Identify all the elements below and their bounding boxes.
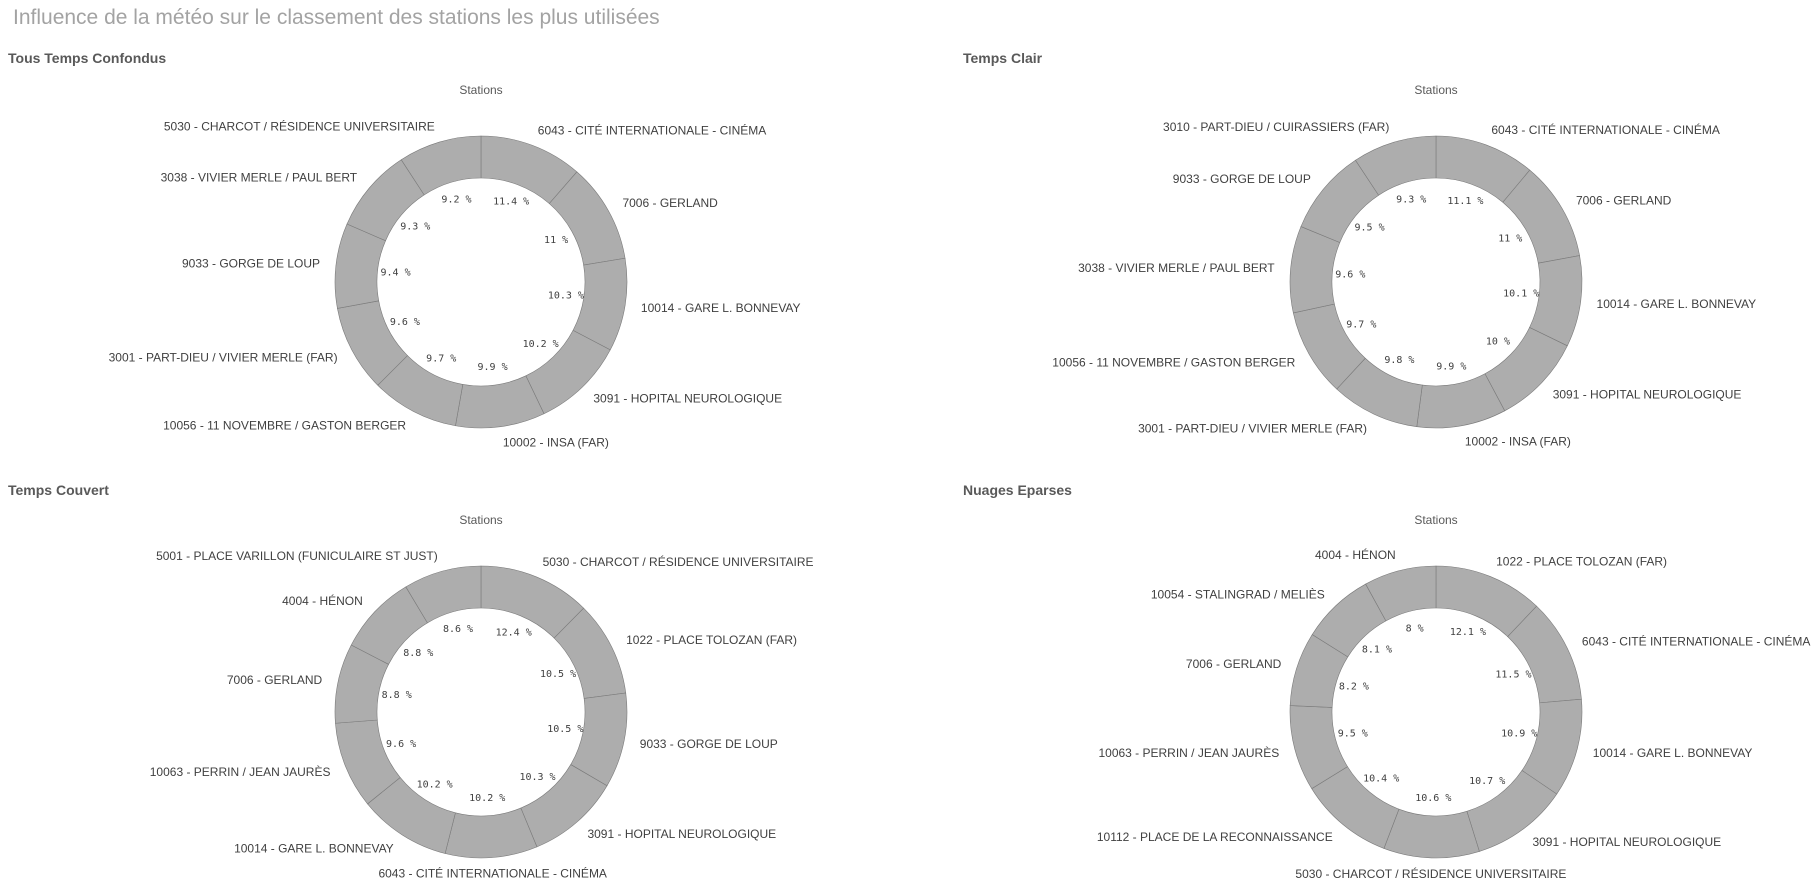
slice-category-label: 10014 - GARE L. BONNEVAY [641, 301, 801, 315]
slice-category-label: 10063 - PERRIN / JEAN JAURÈS [150, 764, 331, 779]
slice-value-label: 9.9 % [478, 362, 508, 373]
slice-value-label: 10.1 % [1503, 289, 1539, 300]
slice-category-label: 3091 - HOPITAL NEUROLOGIQUE [587, 827, 776, 841]
slice-category-label: 3091 - HOPITAL NEUROLOGIQUE [1532, 835, 1721, 849]
slice-value-label: 9.6 % [386, 739, 416, 750]
slice-category-label: 6043 - CITÉ INTERNATIONALE - CINÉMA [378, 866, 607, 881]
slice-value-label: 8.8 % [403, 648, 433, 659]
slice-value-label: 9.3 % [1396, 195, 1426, 206]
donut-slice[interactable] [1383, 808, 1480, 859]
slice-value-label: 10.6 % [1415, 793, 1451, 804]
slice-category-label: 10063 - PERRIN / JEAN JAURÈS [1098, 745, 1279, 760]
slice-category-label: 7006 - GERLAND [1186, 657, 1282, 671]
dimension-label: Stations [1414, 83, 1457, 97]
slice-category-label: 10054 - STALINGRAD / MELIÈS [1151, 586, 1325, 601]
slice-value-label: 10.9 % [1501, 729, 1537, 740]
slice-value-label: 11.5 % [1495, 670, 1531, 681]
slice-value-label: 10.3 % [519, 772, 555, 783]
slice-value-label: 8 % [1406, 624, 1424, 635]
slice-value-label: 10.2 % [523, 339, 559, 350]
slice-value-label: 10.2 % [469, 793, 505, 804]
slice-category-label: 7006 - GERLAND [1576, 193, 1672, 207]
donut-chart-2[interactable]: Stations 11.1 % 6043 - CITÉ INTERNATIONALE… [955, 0, 1813, 448]
slice-category-label: 10014 - GARE L. BONNEVAY [1593, 746, 1753, 760]
slice-value-label: 10.5 % [540, 669, 576, 680]
slice-value-label: 9.6 % [390, 317, 420, 328]
donut-chart-1[interactable]: Stations 11.4 % 6043 - CITÉ INTERNATIONALE… [0, 0, 906, 450]
slice-value-label: 10.3 % [548, 291, 584, 302]
dimension-label: Stations [459, 83, 502, 97]
dimension-label: Stations [1414, 513, 1457, 527]
slice-category-label: 5030 - CHARCOT / RÉSIDENCE UNIVERSITAIRE [164, 119, 435, 134]
slice-value-label: 10.5 % [547, 724, 583, 735]
slice-value-label: 8.6 % [443, 624, 473, 635]
slice-value-label: 9.3 % [400, 222, 430, 233]
slice-value-label: 8.8 % [382, 690, 412, 701]
slice-category-label: 5001 - PLACE VARILLON (FUNICULAIRE ST JU… [156, 549, 438, 563]
dimension-label: Stations [459, 513, 502, 527]
slice-category-label: 6043 - CITÉ INTERNATIONALE - CINÉMA [538, 122, 767, 137]
slice-category-label: 3091 - HOPITAL NEUROLOGIQUE [593, 392, 782, 406]
slice-category-label: 3038 - VIVIER MERLE / PAUL BERT [1078, 261, 1275, 275]
slice-value-label: 11.1 % [1447, 196, 1483, 207]
slice-category-label: 3038 - VIVIER MERLE / PAUL BERT [161, 171, 358, 185]
slice-category-label: 10056 - 11 NOVEMBRE / GASTON BERGER [1052, 355, 1295, 369]
chart-panel-2: Temps Clair Stations 11.1 % 6043 - CITÉ IN… [955, 0, 1813, 448]
slice-category-label: 7006 - GERLAND [622, 196, 718, 210]
slice-value-label: 9.4 % [380, 267, 410, 278]
slice-value-label: 9.5 % [1355, 222, 1385, 233]
slice-category-label: 10112 - PLACE DE LA RECONNAISSANCE [1097, 830, 1333, 844]
slice-category-label: 3010 - PART-DIEU / CUIRASSIERS (FAR) [1163, 120, 1389, 134]
slice-value-label: 12.1 % [1450, 627, 1486, 638]
slice-value-label: 9.7 % [1346, 320, 1376, 331]
slice-value-label: 10.4 % [1363, 773, 1399, 784]
slice-category-label: 6043 - CITÉ INTERNATIONALE - CINÉMA [1491, 122, 1720, 137]
slice-value-label: 8.2 % [1339, 681, 1369, 692]
slice-category-label: 10014 - GARE L. BONNEVAY [1597, 297, 1757, 311]
slice-category-label: 3091 - HOPITAL NEUROLOGIQUE [1553, 387, 1742, 401]
slice-value-label: 11 % [544, 235, 568, 246]
slice-value-label: 10 % [1486, 337, 1510, 348]
chart-panel-3: Temps Couvert Stations 12.4 % 5030 - CHARC… [0, 430, 906, 881]
slice-category-label: 1022 - PLACE TOLOZAN (FAR) [626, 633, 797, 647]
slice-value-label: 9.8 % [1384, 355, 1414, 366]
slice-category-label: 3001 - PART-DIEU / VIVIER MERLE (FAR) [109, 350, 338, 364]
slice-value-label: 10.7 % [1469, 776, 1505, 787]
donut-chart-3[interactable]: Stations 12.4 % 5030 - CHARCOT / RÉSIDENCE… [0, 430, 906, 889]
donut-chart-4[interactable]: Stations 12.1 % 1022 - PLACE TOLOZAN (FAR)… [955, 430, 1813, 889]
slice-value-label: 10.2 % [417, 779, 453, 790]
chart-panel-4: Nuages Eparses Stations 12.1 % 1022 - PLAC… [955, 430, 1813, 881]
slice-value-label: 9.6 % [1335, 269, 1365, 280]
slice-value-label: 9.5 % [1338, 729, 1368, 740]
slice-value-label: 9.9 % [1436, 362, 1466, 373]
slice-category-label: 10014 - GARE L. BONNEVAY [234, 841, 394, 855]
chart-panel-1: Tous Temps Confondus Stations 11.4 % 6043 … [0, 0, 906, 450]
donut-slice[interactable] [444, 807, 538, 859]
slice-category-label: 5030 - CHARCOT / RÉSIDENCE UNIVERSITAIRE [543, 554, 814, 569]
slice-category-label: 9033 - GORGE DE LOUP [182, 257, 320, 271]
slice-category-label: 1022 - PLACE TOLOZAN (FAR) [1496, 555, 1667, 569]
slice-category-label: 9033 - GORGE DE LOUP [1173, 172, 1311, 186]
slice-value-label: 9.7 % [426, 353, 456, 364]
slice-value-label: 11 % [1498, 234, 1522, 245]
slice-category-label: 6043 - CITÉ INTERNATIONALE - CINÉMA [1582, 634, 1811, 649]
slice-value-label: 12.4 % [496, 627, 532, 638]
slice-value-label: 9.2 % [441, 195, 471, 206]
slice-value-label: 8.1 % [1362, 644, 1392, 655]
slice-value-label: 11.4 % [493, 196, 529, 207]
slice-category-label: 4004 - HÉNON [1315, 547, 1396, 562]
slice-category-label: 4004 - HÉNON [282, 593, 363, 608]
slice-category-label: 7006 - GERLAND [227, 673, 323, 687]
slice-category-label: 5030 - CHARCOT / RÉSIDENCE UNIVERSITAIRE [1295, 866, 1566, 881]
slice-category-label: 9033 - GORGE DE LOUP [640, 737, 778, 751]
